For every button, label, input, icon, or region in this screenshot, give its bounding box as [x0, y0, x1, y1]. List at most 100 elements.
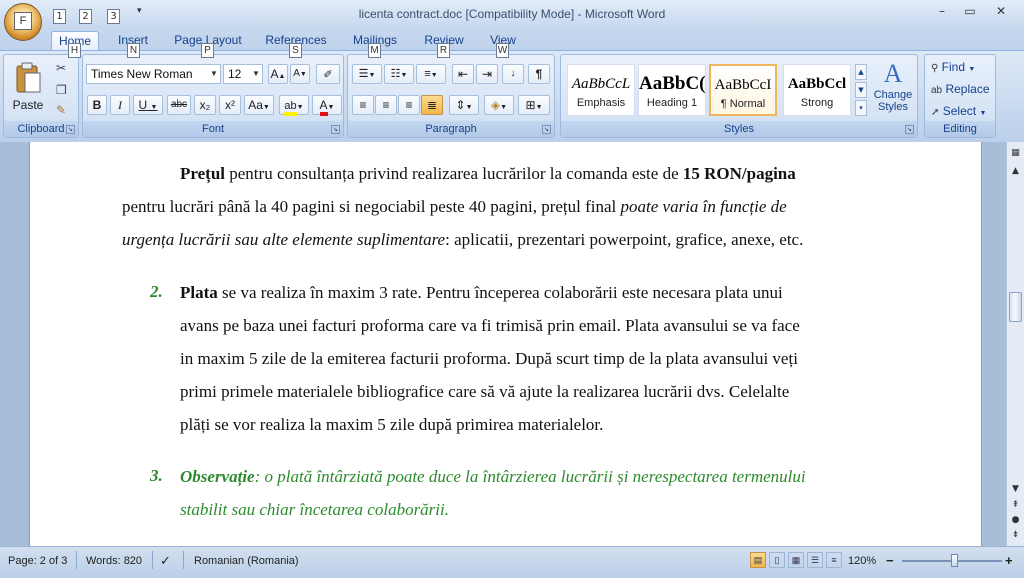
close-button[interactable]: ✕: [988, 2, 1014, 20]
ruler-toggle-icon[interactable]: ▦: [1008, 146, 1023, 161]
highlight-button[interactable]: ab▼: [279, 95, 309, 116]
p1-text: pentru lucrări până la 40 pagini si nego…: [122, 197, 621, 216]
style-normal[interactable]: AaBbCcI ¶ Normal: [709, 64, 777, 116]
web-layout-icon[interactable]: ▦: [788, 552, 804, 568]
clear-formatting-button[interactable]: ✐: [316, 64, 340, 84]
p1-text: pentru consultanța privind realizarea lu…: [225, 164, 683, 183]
outline-view-icon[interactable]: ☰: [807, 552, 823, 568]
show-formatting-button[interactable]: ¶: [528, 64, 550, 84]
clipboard-launcher-icon[interactable]: ↘: [66, 125, 75, 134]
font-color-button[interactable]: A▼: [312, 95, 342, 116]
clipboard-group: Paste ✂ ❐ ✎ Clipboard ↘: [3, 54, 79, 138]
styles-scroll-up-icon[interactable]: ▲: [855, 64, 867, 80]
vertical-scrollbar[interactable]: ▦ ▲ ▼ ⇞ ● ⇟: [1006, 142, 1024, 546]
find-button[interactable]: ⚲ Find ▼: [931, 60, 975, 78]
select-button[interactable]: ➚ Select ▼: [931, 104, 986, 122]
page-indicator[interactable]: Page: 2 of 3: [8, 553, 67, 569]
style-sample: AaBbCcL: [571, 76, 631, 92]
borders-icon: ⊞: [525, 98, 536, 112]
chevron-down-icon: ▼: [500, 104, 508, 111]
chevron-down-icon: ▼: [210, 69, 218, 78]
borders-button[interactable]: ⊞▼: [518, 95, 550, 115]
line-spacing-icon: ⇕: [455, 98, 466, 112]
grow-font-button[interactable]: A▲: [268, 64, 288, 84]
minimize-button[interactable]: –: [929, 2, 955, 20]
chevron-down-icon: ▼: [968, 66, 976, 73]
chevron-down-icon: ▼: [535, 104, 543, 111]
format-painter-icon[interactable]: ✎: [56, 103, 66, 117]
change-case-button[interactable]: Aa▼: [244, 95, 274, 115]
zoom-in-button[interactable]: +: [1005, 553, 1013, 569]
underline-button[interactable]: U ▼: [133, 95, 163, 115]
subscript-button[interactable]: x₂: [194, 95, 216, 115]
align-left-button[interactable]: ≡: [352, 95, 374, 115]
scroll-thumb[interactable]: [1009, 292, 1022, 322]
copy-icon[interactable]: ❐: [56, 83, 67, 97]
strikethrough-button[interactable]: abc: [167, 95, 191, 115]
superscript-label: x²: [225, 98, 235, 112]
font-launcher-icon[interactable]: ↘: [331, 125, 340, 134]
superscript-button[interactable]: x²: [219, 95, 241, 115]
increase-indent-button[interactable]: ⇥: [476, 64, 498, 84]
bold-button[interactable]: B: [87, 95, 107, 115]
font-size-combo[interactable]: 12 ▼: [223, 64, 263, 84]
language-indicator[interactable]: Romanian (Romania): [194, 553, 299, 569]
change-styles-button[interactable]: A Change Styles: [871, 59, 915, 119]
zoom-level[interactable]: 120%: [848, 553, 876, 569]
keytip-insert: N: [127, 43, 140, 58]
paragraph-launcher-icon[interactable]: ↘: [542, 125, 551, 134]
keytip-references: S: [289, 43, 302, 58]
underline-label: U: [138, 98, 148, 112]
previous-page-icon[interactable]: ⇞: [1008, 498, 1023, 513]
style-strong[interactable]: AaBbCcl Strong: [783, 64, 851, 116]
chevron-down-icon: ▼: [150, 104, 158, 111]
document-area[interactable]: Prețul pentru consultanța privind realiz…: [0, 142, 1006, 546]
styles-launcher-icon[interactable]: ↘: [905, 125, 914, 134]
arrow-down-icon: ▼: [299, 71, 307, 78]
styles-scroll-down-icon[interactable]: ▼: [855, 82, 867, 98]
font-size-value: 12: [228, 67, 242, 81]
chevron-down-icon: ▼: [262, 104, 270, 111]
maximize-button[interactable]: ▭: [957, 2, 983, 20]
paint-bucket-icon: ◈: [490, 98, 501, 112]
line-spacing-button[interactable]: ⇕▼: [449, 95, 479, 115]
shading-button[interactable]: ◈▼: [484, 95, 514, 115]
item-2-bold-term: Plata: [180, 283, 218, 302]
align-right-button[interactable]: ≡: [398, 95, 420, 115]
decrease-indent-button[interactable]: ⇤: [452, 64, 474, 84]
shrink-font-button[interactable]: A▼: [290, 64, 310, 84]
bullets-button[interactable]: ☰▼: [352, 64, 382, 84]
chevron-down-icon: ▼: [296, 104, 304, 111]
scroll-up-icon[interactable]: ▲: [1008, 164, 1023, 179]
multilevel-list-button[interactable]: ≡▼: [416, 64, 446, 84]
cut-icon[interactable]: ✂: [56, 61, 66, 75]
next-page-icon[interactable]: ⇟: [1008, 528, 1023, 543]
style-emphasis[interactable]: AaBbCcL Emphasis: [567, 64, 635, 116]
full-screen-reading-icon[interactable]: ▯: [769, 552, 785, 568]
styles-more-icon[interactable]: ▾: [855, 100, 867, 116]
paste-button[interactable]: Paste: [10, 59, 46, 117]
select-browse-object-icon[interactable]: ●: [1008, 513, 1023, 528]
binoculars-icon: ⚲: [931, 63, 939, 74]
chevron-down-icon: ▼: [252, 69, 260, 78]
zoom-slider-thumb[interactable]: [950, 554, 958, 567]
draft-view-icon[interactable]: ≡: [826, 552, 842, 568]
print-layout-icon[interactable]: ▤: [750, 552, 766, 568]
sort-button[interactable]: ↓: [502, 64, 524, 84]
numbering-button[interactable]: ☷▼: [384, 64, 414, 84]
zoom-out-button[interactable]: −: [886, 553, 894, 569]
select-label: Select: [942, 104, 977, 118]
justify-button[interactable]: ≣: [421, 95, 443, 115]
document-page[interactable]: Prețul pentru consultanța privind realiz…: [29, 142, 982, 546]
proofing-icon[interactable]: ✓: [160, 553, 171, 569]
replace-button[interactable]: ab Replace: [931, 82, 990, 100]
office-button[interactable]: F: [4, 3, 42, 41]
scroll-down-icon[interactable]: ▼: [1008, 482, 1023, 497]
chevron-down-icon: ▼: [979, 110, 987, 117]
keytip-mailings: M: [368, 43, 381, 58]
font-name-combo[interactable]: Times New Roman ▼: [86, 64, 221, 84]
word-count[interactable]: Words: 820: [86, 553, 142, 569]
align-center-button[interactable]: ≡: [375, 95, 397, 115]
style-heading-1[interactable]: AaBbC( Heading 1: [638, 64, 706, 116]
italic-button[interactable]: I: [110, 95, 130, 115]
